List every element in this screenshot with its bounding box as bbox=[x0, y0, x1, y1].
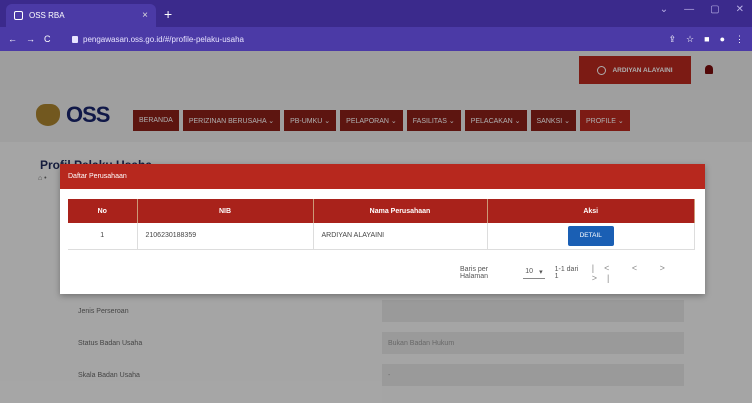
company-list-modal: Daftar Perusahaan No NIB Nama Perusahaan… bbox=[60, 164, 705, 294]
tab-title: OSS RBA bbox=[29, 11, 65, 20]
profile-icon[interactable]: ● bbox=[720, 34, 725, 45]
dropdown-arrow-icon: ▾ bbox=[539, 268, 543, 276]
favicon-icon bbox=[14, 11, 23, 20]
star-icon[interactable]: ☆ bbox=[686, 34, 694, 45]
column-header-no: No bbox=[68, 199, 138, 223]
page-range: 1-1 dari 1 bbox=[554, 266, 579, 280]
column-header-nib: NIB bbox=[137, 199, 314, 223]
rows-per-page-select[interactable]: 10 ▾ bbox=[523, 268, 545, 279]
sidepanel-icon[interactable]: ■ bbox=[704, 34, 709, 45]
table-row: 1 2106230188359 ARDIYAN ALAYAINI DETAIL bbox=[68, 223, 695, 250]
company-table: No NIB Nama Perusahaan Aksi 1 2106230188… bbox=[68, 199, 695, 250]
detail-button[interactable]: DETAIL bbox=[567, 225, 614, 246]
modal-title: Daftar Perusahaan bbox=[60, 164, 705, 189]
browser-tabbar: OSS RBA × + ⌄ — ▢ ✕ bbox=[0, 0, 752, 27]
cell-nama: ARDIYAN ALAYAINI bbox=[313, 223, 488, 250]
browser-nav: ← → C bbox=[8, 34, 72, 44]
url-field[interactable]: pengawasan.oss.go.id/#/profile-pelaku-us… bbox=[72, 35, 669, 44]
lock-icon bbox=[72, 35, 78, 43]
pagination: Baris per Halaman 10 ▾ 1-1 dari 1 |< < >… bbox=[460, 263, 705, 283]
rows-per-page-value: 10 bbox=[525, 268, 534, 275]
rows-per-page-label: Baris per Halaman bbox=[460, 266, 489, 280]
address-bar: ← → C pengawasan.oss.go.id/#/profile-pel… bbox=[0, 27, 752, 51]
close-window-icon[interactable]: ✕ bbox=[736, 4, 744, 15]
minimize-icon[interactable]: — bbox=[684, 4, 694, 15]
window-controls: ⌄ — ▢ ✕ bbox=[660, 4, 744, 15]
url-text: pengawasan.oss.go.id/#/profile-pelaku-us… bbox=[83, 34, 244, 44]
page-nav-controls[interactable]: |< < > >| bbox=[592, 263, 705, 283]
new-tab-button[interactable]: + bbox=[164, 6, 172, 22]
cell-nib: 2106230188359 bbox=[137, 223, 314, 250]
column-header-nama: Nama Perusahaan bbox=[313, 199, 488, 223]
cell-aksi: DETAIL bbox=[487, 223, 695, 250]
browser-tab[interactable]: OSS RBA × bbox=[6, 4, 156, 27]
menu-icon[interactable]: ⋮ bbox=[735, 34, 744, 45]
browser-actions: ⇪ ☆ ■ ● ⋮ bbox=[669, 34, 745, 45]
cell-no: 1 bbox=[68, 223, 138, 250]
tab-search-icon[interactable]: ⌄ bbox=[660, 4, 668, 15]
back-icon[interactable]: ← bbox=[8, 34, 17, 44]
column-header-aksi: Aksi bbox=[487, 199, 695, 223]
tab-close-icon[interactable]: × bbox=[142, 10, 148, 21]
table-header-row: No NIB Nama Perusahaan Aksi bbox=[68, 199, 695, 223]
share-icon[interactable]: ⇪ bbox=[669, 34, 677, 45]
forward-icon[interactable]: → bbox=[26, 34, 35, 44]
maximize-icon[interactable]: ▢ bbox=[710, 4, 719, 15]
reload-icon[interactable]: C bbox=[44, 34, 51, 44]
